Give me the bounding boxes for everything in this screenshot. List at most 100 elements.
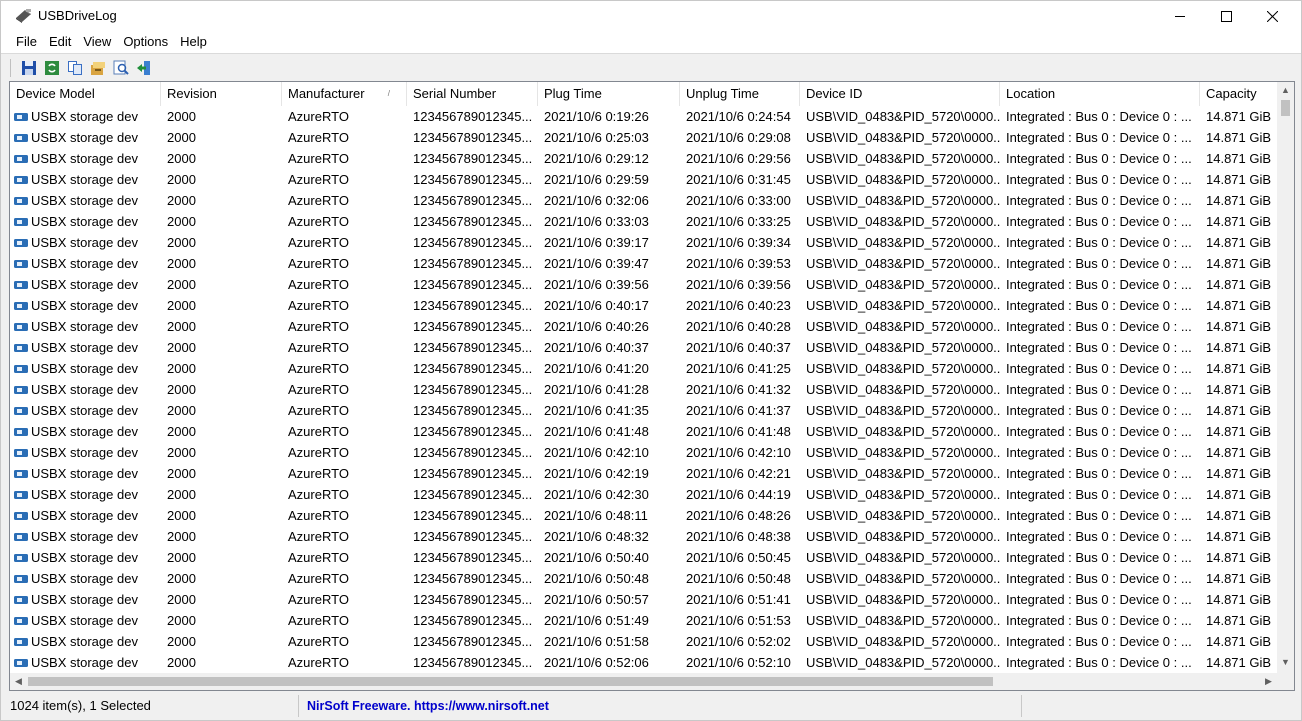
properties-icon [90, 61, 105, 75]
cell-plug-time: 2021/10/6 0:39:47 [544, 256, 649, 271]
table-row[interactable]: USBX storage dev 2000 AzureRTO 123456789012… [10, 610, 1280, 631]
cell-serial-number: 123456789012345... [413, 172, 533, 187]
table-row[interactable]: USBX storage dev 2000 AzureRTO 123456789012… [10, 589, 1280, 610]
scroll-left-icon[interactable]: ◀ [10, 673, 27, 690]
title-bar[interactable]: USBDriveLog [1, 1, 1301, 31]
find-button[interactable] [109, 57, 132, 79]
column-header-manufacturer[interactable]: Manufacturer / [282, 82, 407, 106]
vertical-scrollbar[interactable]: ▲ ▼ [1277, 82, 1294, 673]
column-header-revision[interactable]: Revision [161, 82, 282, 106]
horizontal-scroll-thumb[interactable] [28, 677, 993, 686]
table-row[interactable]: USBX storage dev 2000 AzureRTO 123456789012… [10, 106, 1280, 127]
copy-button[interactable] [63, 57, 86, 79]
cell-location: Integrated : Bus 0 : Device 0 : ... [1006, 193, 1192, 208]
column-header-serial-number[interactable]: Serial Number [407, 82, 538, 106]
scroll-right-icon[interactable]: ▶ [1260, 673, 1277, 690]
menu-options[interactable]: Options [117, 32, 174, 52]
cell-manufacturer: AzureRTO [288, 571, 349, 586]
menu-help[interactable]: Help [174, 32, 213, 52]
table-row[interactable]: USBX storage dev 2000 AzureRTO 123456789012… [10, 190, 1280, 211]
table-row[interactable]: USBX storage dev 2000 AzureRTO 123456789012… [10, 274, 1280, 295]
menu-file[interactable]: File [10, 32, 43, 52]
table-row[interactable]: USBX storage dev 2000 AzureRTO 123456789012… [10, 337, 1280, 358]
cell-manufacturer: AzureRTO [288, 130, 349, 145]
exit-button[interactable] [132, 57, 155, 79]
cell-device-model: USBX storage dev [10, 379, 161, 400]
maximize-icon [1220, 10, 1232, 22]
cell-serial-number: 123456789012345... [413, 529, 533, 544]
cell-device-id: USB\VID_0483&PID_5720\0000... [806, 571, 1000, 586]
table-row[interactable]: USBX storage dev 2000 AzureRTO 123456789012… [10, 652, 1280, 673]
cell-device-model: USBX storage dev [10, 211, 161, 232]
table-row[interactable]: USBX storage dev 2000 AzureRTO 123456789012… [10, 484, 1280, 505]
table-row[interactable]: USBX storage dev 2000 AzureRTO 123456789012… [10, 148, 1280, 169]
scroll-down-icon[interactable]: ▼ [1277, 654, 1294, 671]
table-row[interactable]: USBX storage dev 2000 AzureRTO 123456789012… [10, 547, 1280, 568]
cell-manufacturer: AzureRTO [288, 634, 349, 649]
cell-text: USBX storage dev [31, 319, 138, 334]
cell-unplug-time: 2021/10/6 0:29:56 [686, 151, 791, 166]
cell-manufacturer: AzureRTO [288, 340, 349, 355]
column-header-device-id[interactable]: Device ID [800, 82, 1000, 106]
maximize-button[interactable] [1203, 1, 1249, 31]
cell-text: USBX storage dev [31, 340, 138, 355]
table-row[interactable]: USBX storage dev 2000 AzureRTO 123456789012… [10, 211, 1280, 232]
cell-device-id: USB\VID_0483&PID_5720\0000... [806, 256, 1000, 271]
cell-plug-time: 2021/10/6 0:33:03 [544, 214, 649, 229]
close-button[interactable] [1249, 1, 1295, 31]
usb-device-icon [14, 154, 28, 163]
column-header-location[interactable]: Location [1000, 82, 1200, 106]
table-row[interactable]: USBX storage dev 2000 AzureRTO 123456789012… [10, 169, 1280, 190]
cell-unplug-time: 2021/10/6 0:50:45 [686, 550, 791, 565]
table-row[interactable]: USBX storage dev 2000 AzureRTO 123456789012… [10, 400, 1280, 421]
table-row[interactable]: USBX storage dev 2000 AzureRTO 123456789012… [10, 442, 1280, 463]
cell-unplug-time: 2021/10/6 0:50:48 [686, 571, 791, 586]
minimize-button[interactable] [1157, 1, 1203, 31]
table-row[interactable]: USBX storage dev 2000 AzureRTO 123456789012… [10, 526, 1280, 547]
cell-revision: 2000 [167, 151, 196, 166]
column-header-capacity[interactable]: Capacity [1200, 82, 1280, 106]
menu-edit[interactable]: Edit [43, 32, 77, 52]
cell-plug-time: 2021/10/6 0:52:06 [544, 655, 649, 670]
vertical-scroll-thumb[interactable] [1281, 100, 1290, 116]
properties-button[interactable] [86, 57, 109, 79]
nirsoft-link[interactable]: NirSoft Freeware. https://www.nirsoft.ne… [307, 699, 549, 713]
save-button[interactable] [17, 57, 40, 79]
table-row[interactable]: USBX storage dev 2000 AzureRTO 123456789012… [10, 253, 1280, 274]
column-header-device-model[interactable]: Device Model [10, 82, 161, 106]
cell-plug-time: 2021/10/6 0:29:12 [544, 151, 649, 166]
cell-device-model: USBX storage dev [10, 169, 161, 190]
table-row[interactable]: USBX storage dev 2000 AzureRTO 123456789012… [10, 295, 1280, 316]
cell-unplug-time: 2021/10/6 0:39:56 [686, 277, 791, 292]
cell-capacity: 14.871 GiB [1206, 340, 1272, 355]
cell-capacity: 14.871 GiB [1206, 550, 1272, 565]
column-header-plug-time[interactable]: Plug Time [538, 82, 680, 106]
table-body: USBX storage dev 2000 AzureRTO 123456789012… [10, 106, 1280, 673]
table-row[interactable]: USBX storage dev 2000 AzureRTO 123456789012… [10, 379, 1280, 400]
cell-device-model: USBX storage dev [10, 421, 161, 442]
table-row[interactable]: USBX storage dev 2000 AzureRTO 123456789012… [10, 421, 1280, 442]
table-row[interactable]: USBX storage dev 2000 AzureRTO 123456789012… [10, 316, 1280, 337]
table-row[interactable]: USBX storage dev 2000 AzureRTO 123456789012… [10, 568, 1280, 589]
scroll-up-icon[interactable]: ▲ [1277, 82, 1294, 99]
refresh-button[interactable] [40, 57, 63, 79]
cell-text: USBX storage dev [31, 592, 138, 607]
cell-revision: 2000 [167, 340, 196, 355]
cell-unplug-time: 2021/10/6 0:41:37 [686, 403, 791, 418]
menu-view[interactable]: View [77, 32, 117, 52]
column-header-label: Capacity [1206, 86, 1257, 101]
usb-device-icon [14, 322, 28, 331]
column-header-unplug-time[interactable]: Unplug Time [680, 82, 800, 106]
table-row[interactable]: USBX storage dev 2000 AzureRTO 123456789012… [10, 631, 1280, 652]
table-row[interactable]: USBX storage dev 2000 AzureRTO 123456789012… [10, 463, 1280, 484]
cell-location: Integrated : Bus 0 : Device 0 : ... [1006, 655, 1192, 670]
table-row[interactable]: USBX storage dev 2000 AzureRTO 123456789012… [10, 127, 1280, 148]
cell-revision: 2000 [167, 487, 196, 502]
horizontal-scrollbar[interactable]: ◀ ▶ [10, 673, 1294, 690]
table-row[interactable]: USBX storage dev 2000 AzureRTO 123456789012… [10, 505, 1280, 526]
table-row[interactable]: USBX storage dev 2000 AzureRTO 123456789012… [10, 232, 1280, 253]
table-row[interactable]: USBX storage dev 2000 AzureRTO 123456789012… [10, 358, 1280, 379]
usb-log-table[interactable]: Device Model Revision Manufacturer / Serial … [9, 81, 1295, 691]
cell-serial-number: 123456789012345... [413, 655, 533, 670]
cell-manufacturer: AzureRTO [288, 508, 349, 523]
